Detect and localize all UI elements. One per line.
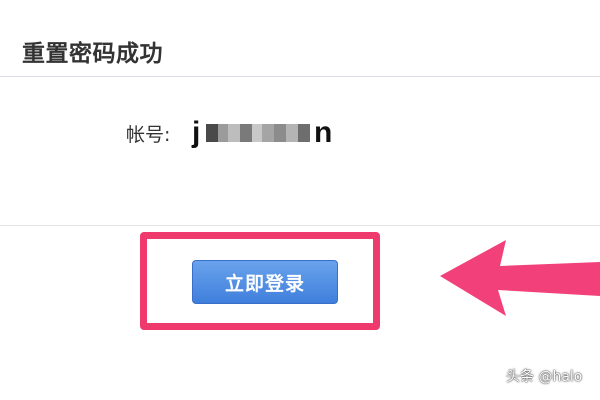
account-label: 帐号:: [126, 124, 171, 146]
page-title: 重置密码成功: [22, 41, 163, 67]
account-value-last-char: n: [314, 116, 333, 149]
content-divider: [0, 225, 600, 226]
login-now-button[interactable]: 立即登录: [192, 260, 338, 304]
header-divider: [0, 76, 600, 77]
watermark: 头条 @halo: [506, 369, 583, 385]
redaction-mosaic: [206, 124, 310, 142]
account-value-first-char: j: [192, 116, 201, 149]
pointer-arrow-icon: [440, 240, 600, 316]
